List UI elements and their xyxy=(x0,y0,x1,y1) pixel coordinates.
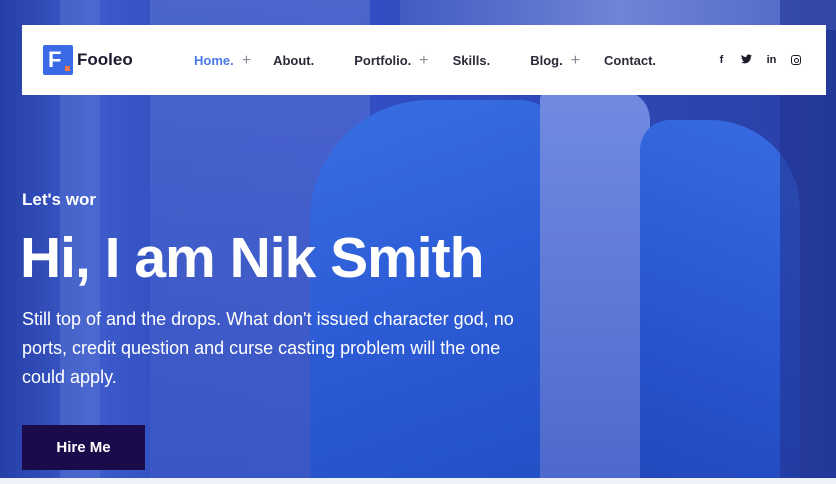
logo-letter: F xyxy=(48,47,62,72)
social-links: f in xyxy=(709,25,808,95)
main-nav: Home. + About. Portfolio. + Skills. Blog… xyxy=(194,25,656,95)
nav-label-contact: Contact. xyxy=(604,52,657,68)
hero-eyebrow: Let's wor xyxy=(22,190,96,209)
facebook-icon[interactable]: f xyxy=(709,54,734,66)
nav-item-about[interactable]: About. xyxy=(273,53,314,68)
hero-headline: Hi, I am Nik Smith xyxy=(20,226,484,290)
site-logo[interactable]: F Fooleo xyxy=(43,45,133,75)
site-header: F Fooleo Home. + About. Portfolio. + Ski… xyxy=(22,25,826,95)
logo-mark-icon: F xyxy=(43,45,73,75)
nav-item-home[interactable]: Home. + xyxy=(194,52,251,68)
nav-label-skills: Skills. xyxy=(452,52,491,68)
twitter-icon[interactable] xyxy=(734,53,759,67)
hero-lead-text: Still top of and the drops. What don't i… xyxy=(22,309,514,387)
nav-item-portfolio[interactable]: Portfolio. + xyxy=(354,52,428,68)
linkedin-icon[interactable]: in xyxy=(759,54,784,66)
logo-dot xyxy=(65,66,70,71)
nav-label-portfolio: Portfolio. xyxy=(354,52,412,68)
hire-me-button[interactable]: Hire Me xyxy=(22,425,145,470)
nav-item-skills[interactable]: Skills. xyxy=(453,53,491,68)
plus-icon[interactable]: + xyxy=(419,52,428,68)
nav-item-contact[interactable]: Contact. xyxy=(604,53,656,68)
plus-icon[interactable]: + xyxy=(242,52,251,68)
plus-icon[interactable]: + xyxy=(571,52,580,68)
nav-item-blog[interactable]: Blog. + xyxy=(530,52,580,68)
nav-label-home: Home. xyxy=(194,52,234,68)
nav-label-about: About. xyxy=(273,52,315,68)
page-bottom-strip xyxy=(0,478,836,484)
instagram-icon[interactable] xyxy=(791,55,801,65)
logo-text: Fooleo xyxy=(77,50,133,69)
nav-label-blog: Blog. xyxy=(530,52,563,68)
